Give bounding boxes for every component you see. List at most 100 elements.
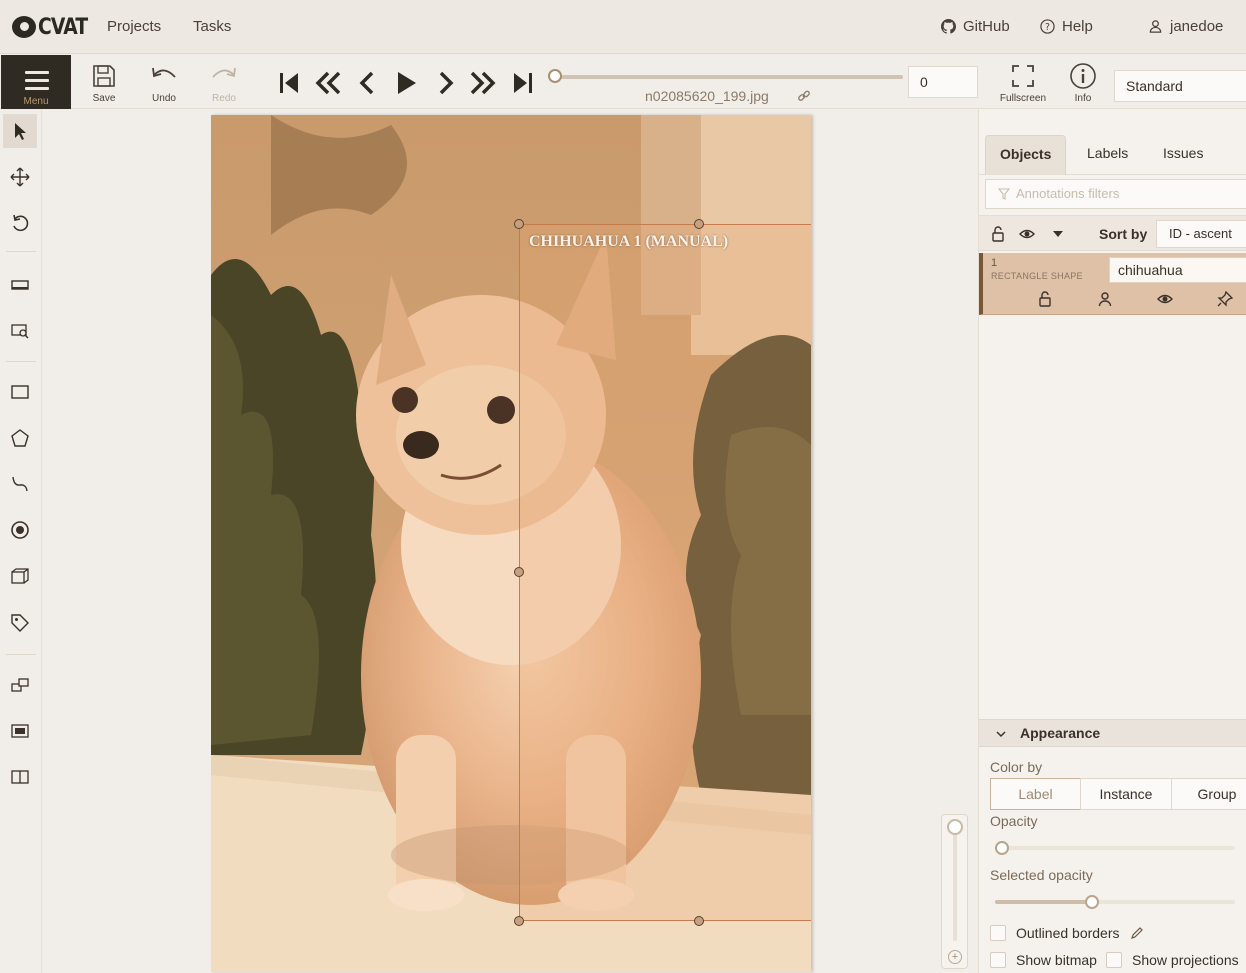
- info-button[interactable]: Info: [1058, 63, 1108, 104]
- zoom-region-control[interactable]: [3, 314, 37, 348]
- zoom-slider[interactable]: +: [941, 814, 968, 969]
- outlined-borders-label: Outlined borders: [1016, 925, 1120, 941]
- selected-opacity-slider-handle[interactable]: [1085, 895, 1100, 909]
- show-projections-box[interactable]: [1106, 952, 1122, 968]
- rotate-icon: [13, 214, 29, 232]
- frame-number-input[interactable]: 0: [908, 66, 978, 98]
- object-type: RECTANGLE SHAPE: [991, 271, 1083, 281]
- user-menu[interactable]: janedoe: [1148, 18, 1223, 35]
- color-by-group-option[interactable]: Group: [1171, 778, 1246, 810]
- caret-down-icon[interactable]: [1050, 226, 1066, 242]
- frame-slider-handle[interactable]: [548, 69, 562, 83]
- double-chevron-right-icon: [470, 71, 496, 95]
- fit-icon: [11, 280, 29, 290]
- bbox-handle-top-left[interactable]: [514, 219, 524, 229]
- bbox-handle-bottom[interactable]: [694, 916, 704, 926]
- pencil-icon[interactable]: [1130, 926, 1144, 940]
- next-button[interactable]: [431, 69, 459, 97]
- zoom-slider-handle[interactable]: [947, 819, 963, 835]
- rotate-control[interactable]: [3, 206, 37, 240]
- object-pin-icon[interactable]: [1217, 291, 1233, 307]
- cvat-logo[interactable]: CVAT: [12, 13, 96, 41]
- tab-labels[interactable]: Labels: [1073, 135, 1142, 175]
- opacity-slider[interactable]: [995, 841, 1235, 855]
- zoom-plus-icon[interactable]: +: [948, 950, 962, 964]
- nav-projects[interactable]: Projects: [107, 18, 161, 35]
- draw-rectangle-control[interactable]: [3, 375, 37, 409]
- show-bitmap-box[interactable]: [990, 952, 1006, 968]
- redo-icon: [212, 67, 236, 78]
- workspace-select[interactable]: Standard: [1114, 70, 1246, 102]
- selected-opacity-slider[interactable]: [995, 895, 1235, 909]
- move-control[interactable]: [3, 160, 37, 194]
- move-icon: [10, 167, 30, 187]
- object-eye-icon[interactable]: [1157, 291, 1173, 307]
- first-frame-button[interactable]: [276, 69, 304, 97]
- object-label-select[interactable]: chihuahua: [1109, 257, 1246, 283]
- group-icon: [11, 724, 29, 738]
- appearance-header[interactable]: Appearance: [979, 719, 1246, 747]
- undo-button[interactable]: Undo: [139, 63, 189, 104]
- frame-slider[interactable]: [548, 69, 903, 83]
- object-label-value: chihuahua: [1118, 262, 1183, 278]
- object-user-icon[interactable]: [1097, 291, 1113, 307]
- menu-button[interactable]: Menu: [1, 55, 71, 109]
- setup-tag-control[interactable]: [3, 606, 37, 640]
- forward-button[interactable]: [469, 69, 497, 97]
- annotation-bounding-box[interactable]: [519, 224, 811, 921]
- help-link[interactable]: ? Help: [1040, 18, 1093, 35]
- show-projections-checkbox[interactable]: Show projections: [1106, 952, 1239, 968]
- bbox-handle-left[interactable]: [514, 567, 524, 577]
- link-icon[interactable]: [797, 89, 811, 103]
- objects-list-header: Sort by ID - ascent: [979, 215, 1246, 251]
- bbox-label: CHIHUAHUA 1 (MANUAL): [529, 233, 729, 250]
- last-frame-button[interactable]: [509, 69, 537, 97]
- tab-objects[interactable]: Objects: [985, 135, 1067, 175]
- eye-icon[interactable]: [1019, 226, 1035, 242]
- outlined-borders-box[interactable]: [990, 925, 1006, 941]
- first-frame-icon: [280, 73, 298, 93]
- color-by-label-option[interactable]: Label: [990, 778, 1081, 810]
- github-link[interactable]: GitHub: [941, 18, 1010, 35]
- play-button[interactable]: [392, 69, 420, 97]
- cursor-control[interactable]: [3, 114, 37, 148]
- object-unlock-icon[interactable]: [1037, 291, 1053, 307]
- draw-polyline-control[interactable]: [3, 467, 37, 501]
- tab-issues[interactable]: Issues: [1149, 135, 1217, 175]
- play-icon: [398, 72, 416, 94]
- selected-opacity-label: Selected opacity: [990, 867, 1093, 883]
- nav-tasks[interactable]: Tasks: [193, 18, 231, 35]
- user-icon: [1149, 20, 1162, 33]
- group-control[interactable]: [3, 714, 37, 748]
- save-button[interactable]: Save: [79, 63, 129, 104]
- bbox-handle-bottom-left[interactable]: [514, 916, 524, 926]
- fit-image-control[interactable]: [3, 268, 37, 302]
- show-bitmap-checkbox[interactable]: Show bitmap: [990, 952, 1097, 968]
- show-bitmap-label: Show bitmap: [1016, 952, 1097, 968]
- outlined-borders-checkbox[interactable]: Outlined borders: [990, 925, 1144, 941]
- draw-points-control[interactable]: [3, 513, 37, 547]
- merge-control[interactable]: [3, 668, 37, 702]
- bbox-handle-top[interactable]: [694, 219, 704, 229]
- sort-select[interactable]: ID - ascent: [1156, 220, 1246, 248]
- chevron-right-icon: [439, 71, 454, 95]
- split-control[interactable]: [3, 760, 37, 794]
- backward-button[interactable]: [314, 69, 342, 97]
- info-label: Info: [1074, 93, 1092, 104]
- chevron-left-icon: [359, 71, 374, 95]
- previous-button[interactable]: [354, 69, 382, 97]
- draw-cuboid-control[interactable]: [3, 559, 37, 593]
- unlock-icon[interactable]: [990, 226, 1006, 242]
- redo-button[interactable]: Redo: [199, 63, 249, 104]
- annotations-filter-input[interactable]: Annotations filters: [985, 179, 1246, 209]
- opacity-slider-handle[interactable]: [995, 841, 1009, 855]
- zoom-slider-track: [953, 829, 957, 941]
- objects-sidebar: Objects Labels Issues Annotations filter…: [978, 109, 1246, 973]
- sidebar-tabs: Objects Labels Issues: [979, 135, 1246, 175]
- annotation-canvas[interactable]: CHIHUAHUA 1 (MANUAL) +: [42, 109, 978, 973]
- object-item[interactable]: 1 RECTANGLE SHAPE chihuahua: [979, 253, 1246, 315]
- fullscreen-button[interactable]: Fullscreen: [998, 63, 1048, 104]
- draw-polygon-control[interactable]: [3, 421, 37, 455]
- show-projections-label: Show projections: [1132, 952, 1239, 968]
- color-by-instance-option[interactable]: Instance: [1080, 778, 1172, 810]
